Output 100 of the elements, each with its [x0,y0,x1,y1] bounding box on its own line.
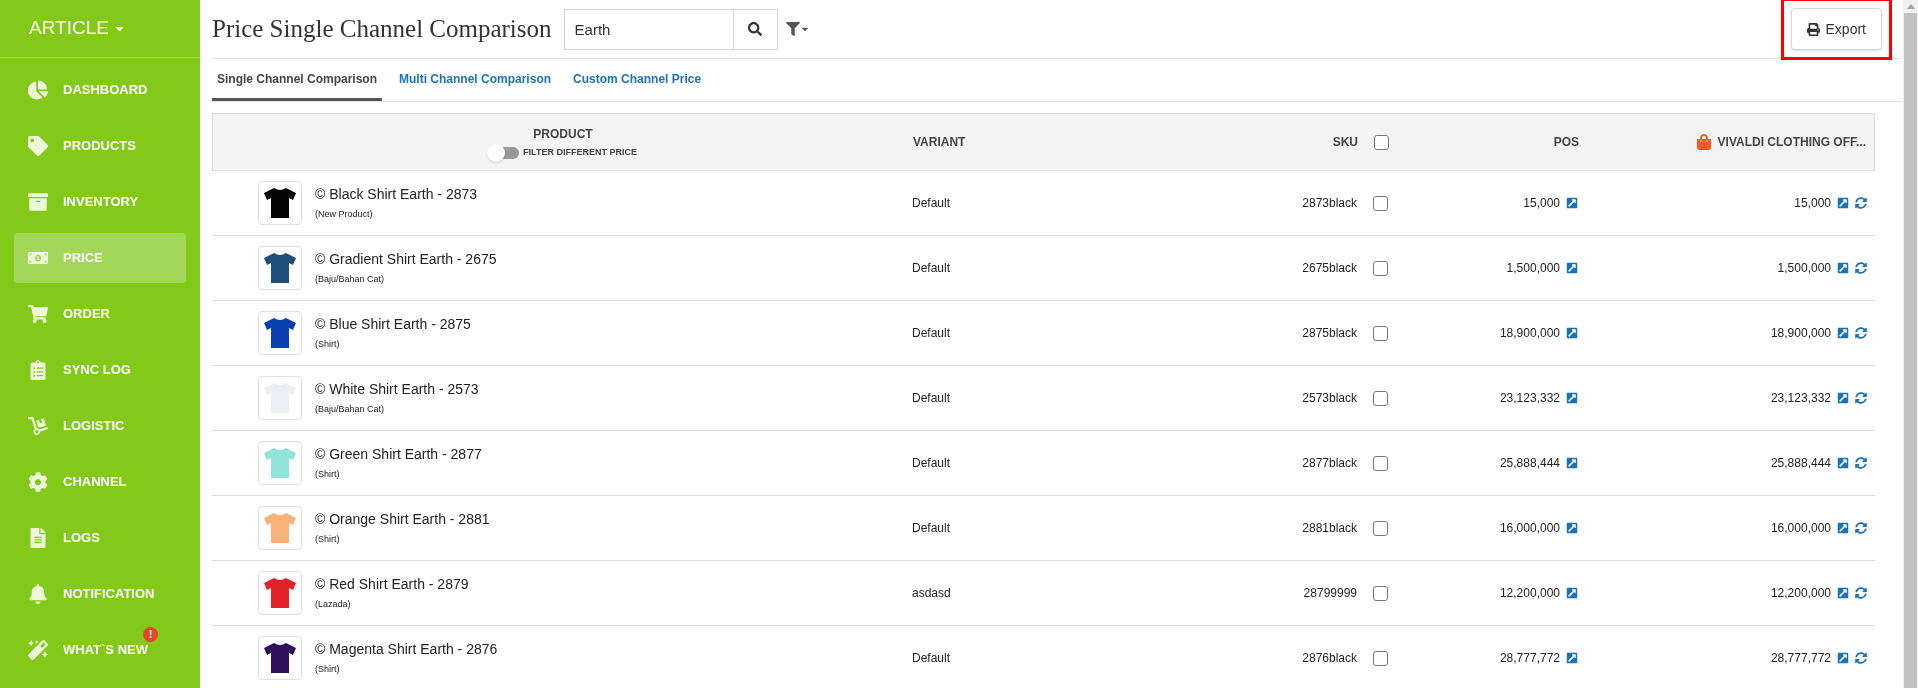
external-link-icon[interactable] [1837,392,1849,404]
checkbox[interactable] [1373,325,1388,341]
search-field[interactable]: Earth [563,8,734,50]
external-link-icon[interactable] [1566,392,1578,404]
product-category: (Shirt) [315,663,341,677]
table-cell-text: 2675black [1302,260,1357,277]
checkbox[interactable] [1373,195,1388,211]
sync-icon[interactable] [1855,262,1867,274]
sidebar-item[interactable]: WHAT`S NEW ! [14,625,186,675]
table-cell-text: 2875black [1302,325,1357,342]
table-cell-text: 15,000 [1523,195,1560,212]
external-link-icon[interactable] [1837,262,1849,274]
sync-icon[interactable] [1855,457,1867,469]
checkbox[interactable] [1373,650,1388,666]
table-cell-text: 12,200,000 [1499,585,1560,602]
checkbox[interactable] [1373,455,1388,471]
external-link-icon[interactable] [1566,522,1578,534]
product-name: © Magenta Shirt Earth - 2876 [315,640,498,660]
tab[interactable]: Custom Channel Price [568,59,707,101]
archive-box-icon [28,192,48,212]
bell-icon [28,584,48,604]
column-header: VIVALDI CLOTHING OFF... [1717,134,1866,151]
tab[interactable]: Single Channel Comparison [212,59,383,101]
table-cell-text: Default [912,325,951,342]
export-button[interactable]: Export [1790,8,1882,50]
sidebar-item[interactable]: ORDER [14,289,186,339]
external-link-icon[interactable] [1566,197,1578,209]
table-cell-text: 28,777,772 [1770,650,1831,667]
sidebar-item[interactable]: PRICE [14,233,186,283]
external-link-icon[interactable] [1837,587,1849,599]
external-link-icon[interactable] [1837,522,1849,534]
external-link-icon[interactable] [1837,652,1849,664]
table-cell-text: 23,123,332 [1499,390,1560,407]
external-link-icon[interactable] [1566,652,1578,664]
checkbox[interactable] [1373,520,1388,536]
table-cell-text: 2876black [1302,650,1357,667]
table-cell-text: 1,500,000 [1777,260,1831,277]
sync-icon[interactable] [1855,392,1867,404]
sync-icon[interactable] [1855,197,1867,209]
product-category: (Baju/Bahan Cat) [315,273,386,287]
table-cell-text: 18,900,000 [1770,325,1831,342]
product-category: (New Product) [315,208,374,222]
product-name: © White Shirt Earth - 2573 [315,380,479,400]
table-cell-text: 1,500,000 [1506,260,1560,277]
pie-chart-icon [28,80,48,100]
printer-icon [1806,22,1820,36]
table-cell-text: Default [912,390,951,407]
table-cell-text: Default [912,195,951,212]
sync-icon[interactable] [1855,652,1867,664]
scrollbar[interactable] [1903,0,1918,688]
external-link-icon[interactable] [1837,197,1849,209]
checkbox[interactable] [1373,390,1388,406]
checkbox[interactable] [1374,134,1389,150]
column-header: PRODUCT [533,125,593,143]
table-cell-text: 25,888,444 [1770,455,1831,472]
magic-wand-icon [28,640,48,660]
tab[interactable]: Multi Channel Comparison [394,59,557,101]
cart-icon [28,304,48,324]
table-cell-text: Default [912,650,951,667]
page-title: Price Single Channel Comparison [212,14,552,45]
product-name: © Black Shirt Earth - 2873 [315,185,478,205]
external-link-icon[interactable] [1566,262,1578,274]
document-icon [28,528,48,548]
sync-icon[interactable] [1855,522,1867,534]
table-cell-text: 16,000,000 [1499,520,1560,537]
filter-dropdown[interactable] [785,22,810,36]
notification-badge: ! [143,627,158,642]
sidebar-item[interactable]: LOGISTIC [14,401,186,451]
brand-dropdown[interactable]: ARTICLE [29,14,126,43]
sidebar-item[interactable]: CHANNEL [14,457,186,507]
table-cell-text: 28799999 [1303,585,1357,602]
table-cell-text: 12,200,000 [1770,585,1831,602]
checkbox[interactable] [1373,585,1388,601]
search-button[interactable] [733,8,778,50]
table-cell-text: 2881black [1302,520,1357,537]
sidebar-item[interactable]: PRODUCTS [14,121,186,171]
external-link-icon[interactable] [1566,587,1578,599]
checkbox[interactable] [1373,260,1388,276]
table-cell-text: 2877black [1302,455,1357,472]
sync-icon[interactable] [1855,587,1867,599]
column-header: POS [1553,134,1579,151]
table-cell-text: 2573black [1302,390,1357,407]
sidebar-item[interactable]: LOGS [14,513,186,563]
product-name: © Blue Shirt Earth - 2875 [315,315,471,335]
tag-icon [28,136,48,156]
table-cell-text: 18,900,000 [1499,325,1560,342]
external-link-icon[interactable] [1837,327,1849,339]
toggle-switch[interactable] [489,146,520,159]
external-link-icon[interactable] [1566,457,1578,469]
sidebar-item[interactable]: SYNC LOG [14,345,186,395]
filter-icon [785,22,800,36]
shopping-bag-icon [1695,134,1712,150]
product-category: (Lazada) [315,598,352,612]
sync-icon[interactable] [1855,327,1867,339]
external-link-icon[interactable] [1566,327,1578,339]
sidebar-item[interactable]: DASHBOARD [14,65,186,115]
sidebar-item[interactable]: INVENTORY [14,177,186,227]
table-cell-text: 2873black [1302,195,1357,212]
sidebar-item[interactable]: NOTIFICATION [14,569,186,619]
external-link-icon[interactable] [1837,457,1849,469]
